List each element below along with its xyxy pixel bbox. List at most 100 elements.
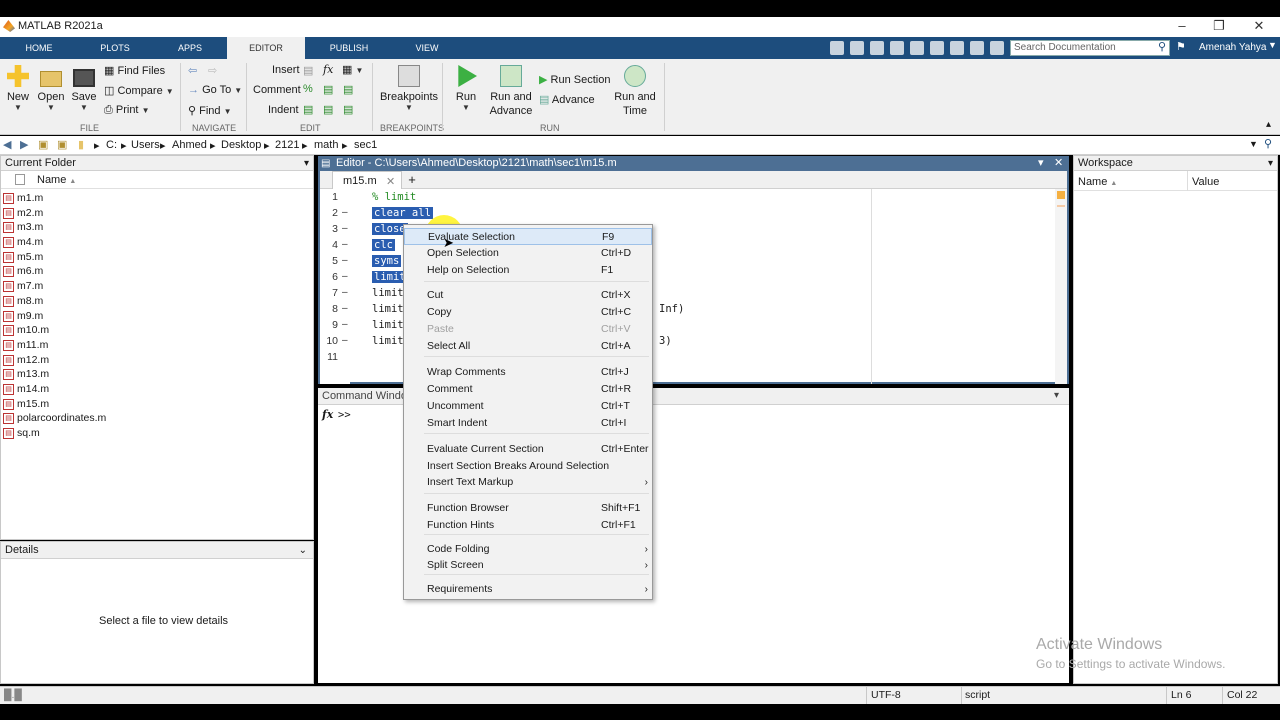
editor-tab-m15[interactable]: m15.m ✕ [332,171,402,189]
editor-actions-icon[interactable]: ▾ [1038,156,1044,171]
column-header[interactable]: Name ▲ [1,171,313,189]
insert-menu-icon[interactable]: ▦ ▼ [342,63,363,76]
pane-actions-icon[interactable]: ▾ [304,157,309,171]
forward-icon[interactable]: ▶ [20,138,28,151]
menu-item-comment[interactable]: Comment Ctrl+R [404,381,652,398]
menu-item-code-folding[interactable]: Code Folding › [404,541,652,558]
copy-quick-icon[interactable] [870,41,884,55]
menu-item-select-all[interactable]: Select All Ctrl+A [404,338,652,355]
breakpoint-marker[interactable]: – [342,303,348,314]
run-and-time-button[interactable]: Run and Time [612,65,658,117]
menu-item-function-browser[interactable]: Function Browser Shift+F1 [404,500,652,517]
file-list-item[interactable]: ▤ m15.m [1,397,313,412]
breadcrumb-users[interactable]: Users [131,139,160,151]
back-arrow-icon[interactable]: ⇦ [188,64,197,77]
notification-bell-icon[interactable]: ⚑ [1176,40,1186,53]
menu-item-evaluate-current-section[interactable]: Evaluate Current Section Ctrl+Enter [404,441,652,458]
breadcrumb-ahmed[interactable]: Ahmed [172,139,207,151]
editor-scrollbar[interactable] [1055,189,1067,384]
user-dropdown-icon[interactable]: ▼ [1268,40,1277,50]
menu-item-requirements[interactable]: Requirements › [404,581,652,598]
breakpoint-marker[interactable]: – [342,255,348,266]
undo-quick-icon[interactable] [910,41,924,55]
editor-close-icon[interactable]: ✕ [1054,156,1063,171]
file-list-item[interactable]: ▤ m14.m [1,382,313,397]
tab-publish[interactable]: PUBLISH [320,37,378,59]
menu-item-uncomment[interactable]: Uncomment Ctrl+T [404,398,652,415]
user-name[interactable]: Amenah Yahya [1199,42,1266,53]
command-window-actions-icon[interactable]: ▾ [1054,388,1059,404]
menu-item-function-hints[interactable]: Function Hints Ctrl+F1 [404,517,652,534]
community-icon[interactable] [990,41,1004,55]
decrease-indent-icon[interactable]: ▤ [343,103,353,116]
menu-item-insert-section-breaks-around-selection[interactable]: Insert Section Breaks Around Selection [404,458,652,475]
save-quick-icon[interactable] [830,41,844,55]
breadcrumb-math[interactable]: math [314,139,338,151]
breadcrumb-sec1[interactable]: sec1 [354,139,377,151]
menu-item-smart-indent[interactable]: Smart Indent Ctrl+I [404,415,652,432]
menu-item-evaluate-selection[interactable]: Evaluate Selection F9 [404,228,652,245]
paste-quick-icon[interactable] [890,41,904,55]
minimize-icon[interactable]: – [1168,18,1196,33]
advance-button[interactable]: ▤ Advance [539,93,595,106]
redo-quick-icon[interactable] [930,41,944,55]
back-icon[interactable]: ◀ [3,138,11,151]
browse-folder-icon[interactable]: ▣ [57,138,67,151]
file-list-item[interactable]: ▤ m4.m [1,235,313,250]
run-button[interactable]: Run ▼ [450,65,482,112]
file-list-item[interactable]: ▤ m2.m [1,206,313,221]
run-and-advance-button[interactable]: Run and Advance [488,65,534,117]
insert-function-icon[interactable]: fx [323,63,333,76]
workspace-actions-icon[interactable]: ▾ [1268,157,1273,171]
print-button[interactable]: ⎙ Print ▼ [104,104,149,117]
file-list-item[interactable]: ▤ m1.m [1,191,313,206]
comment-percent-icon[interactable]: % [303,83,313,95]
breakpoint-marker[interactable]: – [342,287,348,298]
workspace-value-column[interactable]: Value [1192,176,1219,188]
tab-home[interactable]: HOME [14,37,64,59]
breakpoints-button[interactable]: Breakpoints ▼ [378,65,440,112]
file-list-item[interactable]: ▤ m7.m [1,279,313,294]
tab-editor[interactable]: EDITOR [227,37,305,59]
file-list-item[interactable]: ▤ m8.m [1,294,313,309]
folder-search-icon[interactable]: ⚲ [1264,137,1272,150]
file-list-item[interactable]: ▤ polarcoordinates.m [1,411,313,426]
breakpoint-marker[interactable]: – [342,223,348,234]
breakpoint-marker[interactable]: – [342,207,348,218]
file-list-item[interactable]: ▤ m11.m [1,338,313,353]
open-button[interactable]: Open ▼ [36,65,66,112]
new-button[interactable]: New ▼ [4,65,32,112]
menu-item-split-screen[interactable]: Split Screen › [404,557,652,574]
file-list-item[interactable]: ▤ sq.m [1,426,313,441]
breakpoint-marker[interactable]: – [342,335,348,346]
uncomment-icon[interactable]: ▤ [343,83,353,96]
run-section-button[interactable]: ▶ Run Section [539,73,610,86]
breadcrumb-drive[interactable]: C: [106,139,117,151]
breakpoint-marker[interactable]: – [342,271,348,282]
menu-item-open-selection[interactable]: Open Selection Ctrl+D [404,245,652,262]
warning-marker[interactable] [1057,205,1065,207]
find-button[interactable]: ⚲ Find ▼ [188,104,232,117]
file-list-item[interactable]: ▤ m5.m [1,250,313,265]
file-list-item[interactable]: ▤ m10.m [1,323,313,338]
cut-quick-icon[interactable] [850,41,864,55]
menu-item-wrap-comments[interactable]: Wrap Comments Ctrl+J [404,364,652,381]
breakpoint-marker[interactable]: – [342,239,348,250]
tab-plots[interactable]: PLOTS [90,37,140,59]
restore-icon[interactable]: ❐ [1205,18,1233,34]
tab-close-icon[interactable]: ✕ [386,175,395,188]
tab-view[interactable]: VIEW [405,37,449,59]
help-icon[interactable] [970,41,984,55]
go-to-button[interactable]: → Go To ▼ [188,84,242,96]
collapse-toolstrip-icon[interactable]: ▴ [1266,119,1271,130]
workspace-name-column[interactable]: Name ▲ [1078,176,1117,188]
compare-button[interactable]: ◫ Compare ▼ [104,84,174,97]
breakpoint-marker[interactable]: – [342,319,348,330]
menu-item-copy[interactable]: Copy Ctrl+C [404,304,652,321]
details-collapse-icon[interactable]: ⌄ [299,543,307,559]
close-window-icon[interactable]: ✕ [1245,18,1273,34]
file-list-item[interactable]: ▤ m12.m [1,353,313,368]
search-documentation-input[interactable]: Search Documentation [1010,40,1170,56]
smart-indent-icon[interactable]: ▤ [303,103,313,116]
increase-indent-icon[interactable]: ▤ [323,103,333,116]
